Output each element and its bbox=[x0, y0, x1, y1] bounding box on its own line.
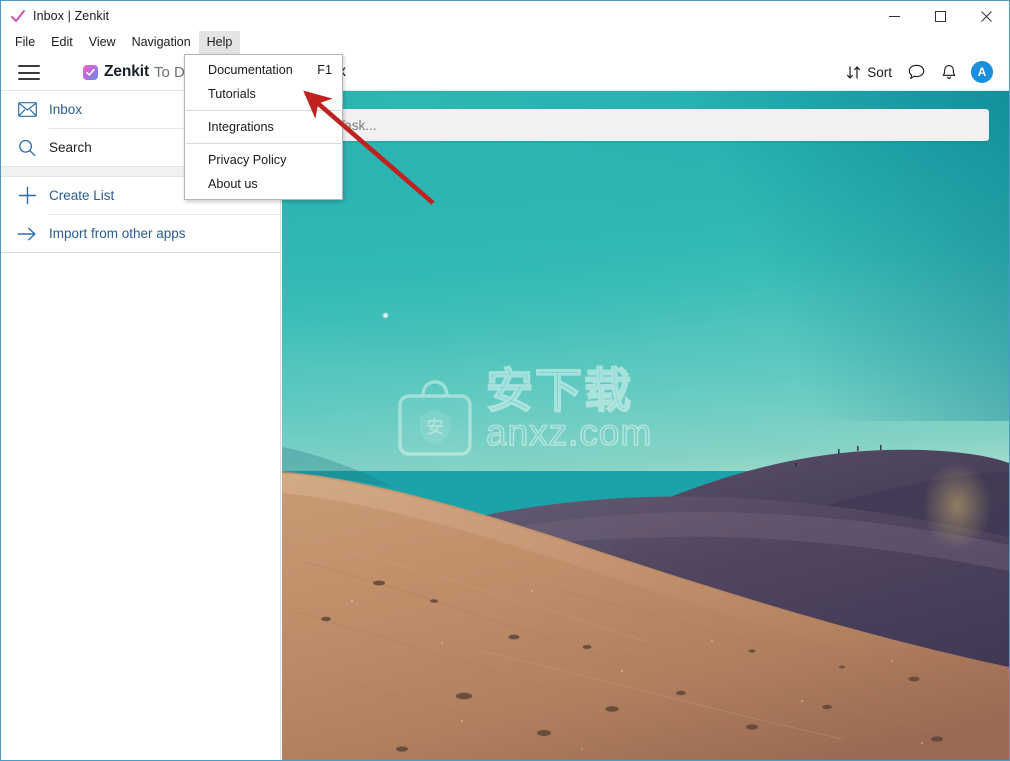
brand-name: Zenkit bbox=[104, 63, 150, 80]
checkmark-icon bbox=[10, 8, 26, 24]
sidebar-item-label: Import from other apps bbox=[49, 226, 186, 241]
help-dropdown-menu: Documentation F1 Tutorials Integrations … bbox=[184, 54, 343, 200]
bell-icon bbox=[941, 64, 957, 81]
menu-item-label: About us bbox=[208, 177, 258, 191]
window-title: Inbox | Zenkit bbox=[33, 9, 110, 23]
menu-item-about-us[interactable]: About us bbox=[185, 172, 342, 196]
menu-edit[interactable]: Edit bbox=[43, 31, 81, 54]
menu-view[interactable]: View bbox=[81, 31, 124, 54]
near-dune bbox=[282, 351, 1009, 760]
envelope-icon bbox=[14, 102, 40, 117]
notifications-button[interactable] bbox=[933, 54, 965, 91]
menu-item-accelerator: F1 bbox=[317, 63, 332, 77]
sidebar-item-label: Search bbox=[49, 140, 92, 155]
sidebar-divider bbox=[1, 252, 280, 253]
minimize-button[interactable] bbox=[871, 1, 917, 31]
avatar[interactable]: A bbox=[971, 61, 993, 83]
menu-item-tutorials[interactable]: Tutorials bbox=[185, 82, 342, 106]
menu-item-label: Privacy Policy bbox=[208, 153, 287, 167]
app-window: Inbox | Zenkit File Edit View Navigation… bbox=[0, 0, 1010, 761]
plus-icon bbox=[14, 186, 40, 205]
menu-bar: File Edit View Navigation Help bbox=[1, 31, 1009, 54]
menu-separator bbox=[186, 143, 341, 144]
brand: Zenkit To Do bbox=[83, 63, 193, 81]
main-header: Inbox Sort bbox=[282, 54, 1009, 91]
menu-item-label: Integrations bbox=[208, 120, 274, 134]
add-task-input[interactable]: Add Task... bbox=[295, 109, 989, 141]
comments-button[interactable] bbox=[900, 54, 933, 91]
hamburger-icon[interactable] bbox=[18, 65, 40, 80]
title-bar: Inbox | Zenkit bbox=[1, 1, 1009, 31]
menu-help[interactable]: Help bbox=[198, 31, 241, 54]
window-controls bbox=[871, 1, 1009, 31]
menu-navigation[interactable]: Navigation bbox=[124, 31, 199, 54]
menu-file[interactable]: File bbox=[7, 31, 43, 54]
main-content: Inbox Sort bbox=[282, 54, 1009, 760]
chat-bubble-icon bbox=[908, 64, 925, 80]
menu-separator bbox=[186, 110, 341, 111]
board-wallpaper: Add Task... 安 安下载 anxz.com bbox=[282, 91, 1009, 760]
sidebar-item-label: Inbox bbox=[49, 102, 83, 117]
arrow-right-icon bbox=[14, 226, 40, 242]
maximize-button[interactable] bbox=[917, 1, 963, 31]
close-button[interactable] bbox=[963, 1, 1009, 31]
menu-item-privacy-policy[interactable]: Privacy Policy bbox=[185, 148, 342, 172]
sort-label: Sort bbox=[867, 64, 892, 80]
sort-arrows-icon bbox=[846, 65, 861, 80]
sidebar-item-label: Create List bbox=[49, 188, 115, 203]
sort-button[interactable]: Sort bbox=[838, 54, 900, 91]
zenkit-logo-icon bbox=[83, 64, 98, 80]
star-speck bbox=[383, 313, 388, 318]
menu-item-integrations[interactable]: Integrations bbox=[185, 115, 342, 139]
menu-item-label: Tutorials bbox=[208, 87, 256, 101]
menu-item-label: Documentation bbox=[208, 63, 293, 77]
sidebar-item-import[interactable]: Import from other apps bbox=[1, 215, 280, 252]
header-toolbar: Sort A bbox=[838, 54, 997, 91]
menu-item-documentation[interactable]: Documentation F1 bbox=[185, 58, 342, 82]
search-icon bbox=[14, 139, 40, 157]
